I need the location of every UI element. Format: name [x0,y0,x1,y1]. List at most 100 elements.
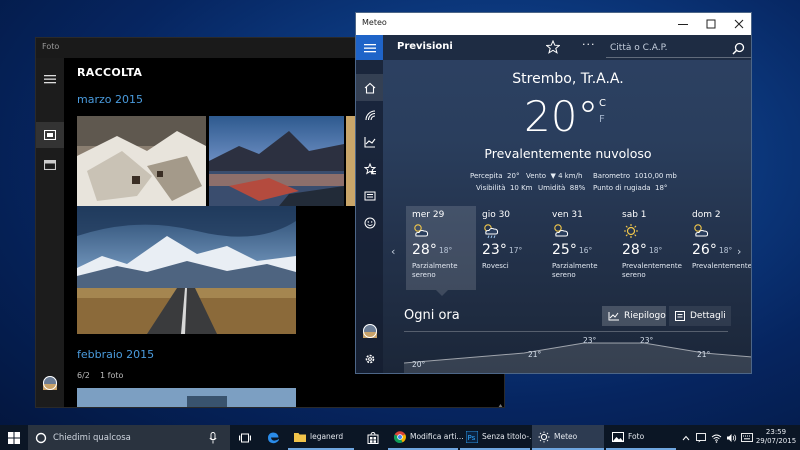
nav-forecast[interactable] [356,74,383,101]
detail-dew-point: Punto di rugiada 18° [593,184,667,192]
taskbar: leganerd Modifica arti... Ps Senza titol… [0,425,800,450]
summary-label: Riepilogo [624,311,666,321]
hamburger-icon[interactable] [36,66,64,92]
photo-count: 1 foto [100,371,124,380]
day-low: 18° [719,246,733,255]
photo-thumbnail[interactable] [77,116,206,206]
taskbar-app-label: Senza titolo-... [482,432,537,441]
favorite-button[interactable] [545,39,561,58]
taskbar-app-label: leganerd [310,432,344,441]
forecast-prev-arrow[interactable]: ‹ [391,245,395,258]
cortana-icon [35,432,47,443]
chart-icon [608,312,619,321]
detail-wind: Vento ▼ 4 km/h [526,172,582,180]
collection-icon[interactable] [36,122,64,148]
task-view-button[interactable] [234,425,256,450]
weather-window-title: Meteo [362,18,387,27]
day-high: 25° [552,242,577,258]
day-name: mer 29 [412,210,445,220]
clock[interactable]: 23:59 29/07/2015 [755,428,797,446]
details-button[interactable]: Dettagli [669,306,731,326]
cortana-search [28,425,230,450]
unit-fahrenheit[interactable]: F [599,114,605,125]
edge-button[interactable] [260,425,286,450]
unit-celsius[interactable]: C [599,98,606,109]
day-name: gio 30 [482,210,511,220]
taskbar-app-photoshop[interactable]: Ps Senza titolo-... [460,425,536,450]
photos-icon [612,431,624,442]
weather-window: Meteo Previsioni ··· Città o C.A.P. Stre… [355,12,752,374]
album-icon[interactable] [36,152,64,178]
network-icon[interactable] [709,425,723,450]
more-icon[interactable]: ··· [582,38,596,51]
nav-news[interactable] [356,182,383,209]
forecast-day[interactable]: sab 1 28° 18° Prevalentemente sereno [616,206,686,290]
microphone-icon[interactable] [209,431,217,444]
forecast-day[interactable]: ven 31 25° 16° Parzialmente sereno [546,206,616,290]
folder-icon [294,432,306,442]
gear-icon[interactable] [356,345,383,372]
photo-date: 6/2 [77,371,90,380]
taskbar-app-photos[interactable]: Foto [606,425,676,450]
day-high: 26° [692,242,717,258]
hamburger-button[interactable] [356,35,383,60]
partly-cloudy-icon [554,224,569,237]
volume-icon[interactable] [724,425,738,450]
taskbar-app-chrome[interactable]: Modifica arti... [388,425,464,450]
hourly-temp-label: 23° [640,336,654,345]
detail-label: Umidità [538,184,566,192]
hourly-temp-label: 21° [697,350,711,359]
divider [404,331,728,332]
detail-label: Punto di rugiada [593,184,651,192]
nav-maps[interactable] [356,101,383,128]
sunny-icon [624,224,638,238]
avatar[interactable] [36,370,64,396]
notification-icon[interactable] [694,425,708,450]
weather-titlebar[interactable]: Meteo [356,13,751,35]
clock-date: 29/07/2015 [755,437,797,445]
showers-icon [484,224,499,239]
keyboard-icon[interactable] [739,425,754,450]
photo-thumbnail[interactable] [77,206,296,334]
weather-icon [538,431,550,442]
task-view-icon [239,433,251,442]
summary-button[interactable]: Riepilogo [602,306,666,326]
gear-icon[interactable] [36,400,64,407]
maximize-button[interactable] [697,13,725,35]
minimize-button[interactable] [669,13,697,35]
photo-thumbnail[interactable] [77,388,296,407]
search-input[interactable] [610,40,730,55]
forecast-day[interactable]: mer 29 28° 18° Parzialmente sereno [406,206,476,290]
partly-cloudy-icon [694,224,709,237]
start-button[interactable] [0,425,28,450]
svg-text:Ps: Ps [468,434,476,442]
forecast-day[interactable]: gio 30 23° 17° Rovesci [476,206,546,290]
hourly-temp-label: 20° [412,360,426,369]
store-button[interactable] [360,425,386,450]
current-condition: Prevalentemente nuvoloso [484,146,652,161]
search-icon [732,42,745,55]
avatar[interactable] [356,317,383,344]
day-low: 17° [509,246,523,255]
forecast-day[interactable]: dom 2 26° 18° Prevalentemente [686,206,751,290]
taskbar-app-weather[interactable]: Meteo [532,425,604,450]
nav-places[interactable] [356,155,383,182]
hourly-title: Ogni ora [404,308,460,323]
cortana-search-input[interactable] [53,432,203,443]
day-condition: Parzialmente sereno [412,262,458,279]
tray-overflow-icon[interactable] [680,425,692,450]
detail-label: Percepita [470,172,503,180]
taskbar-app-explorer[interactable]: leganerd [288,425,354,450]
nav-history[interactable] [356,128,383,155]
detail-label: Barometro [593,172,630,180]
windows-logo-icon [8,431,20,444]
photo-thumbnail[interactable] [209,116,344,206]
selected-day-pointer [436,290,448,296]
search-button[interactable] [732,40,745,59]
location-name: Strembo, Tr.A.A. [512,71,624,87]
weather-nav-rail [356,60,383,373]
detail-value: 18° [655,184,668,192]
day-low: 18° [439,246,453,255]
close-button[interactable] [725,13,751,35]
nav-feedback[interactable] [356,209,383,236]
